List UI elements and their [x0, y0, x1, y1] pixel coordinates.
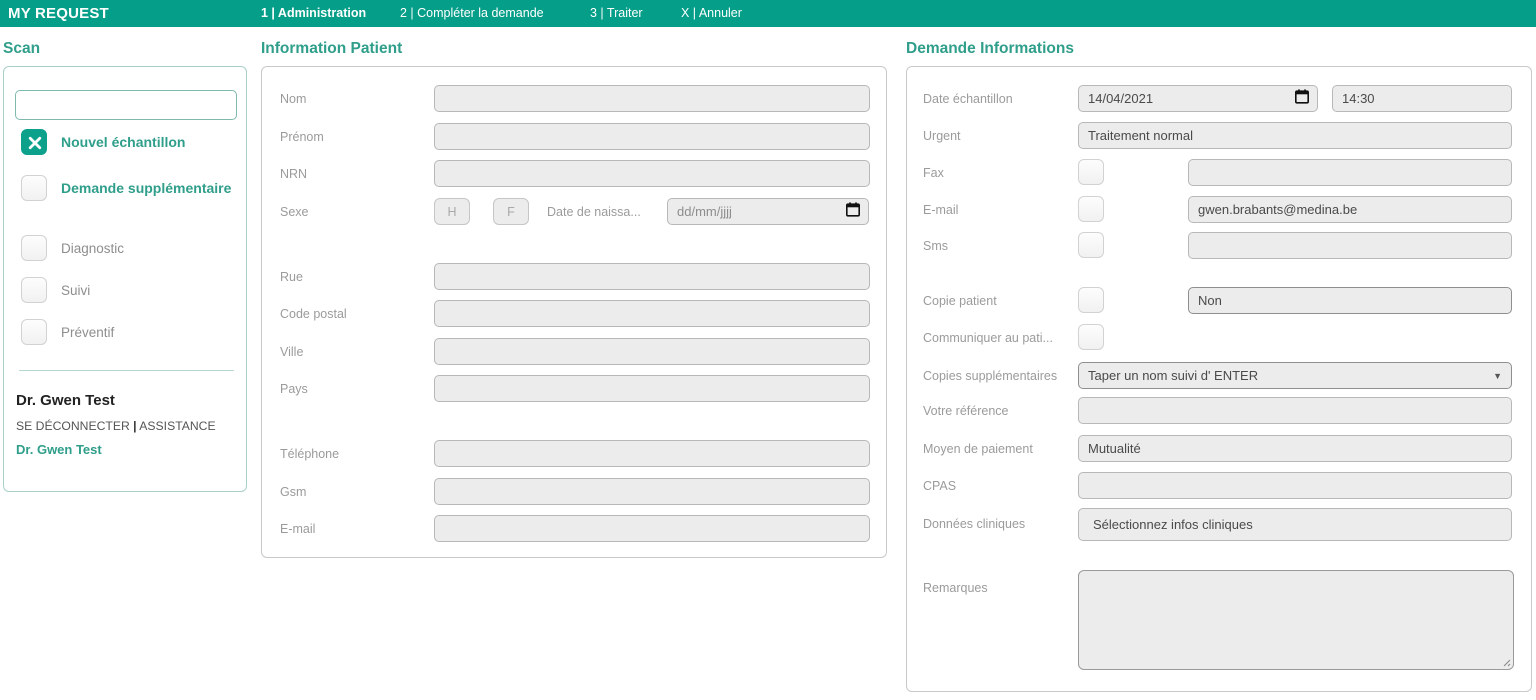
assistance-link[interactable]: ASSISTANCE [139, 419, 215, 433]
scan-option-label: Diagnostic [61, 240, 125, 256]
label-sexe: Sexe [280, 205, 309, 219]
label-nom: Nom [280, 92, 307, 106]
label-email: E-mail [280, 522, 316, 536]
label-rue: Rue [280, 270, 303, 284]
input-cpas[interactable] [1078, 472, 1512, 499]
input-email[interactable] [1188, 196, 1512, 223]
user-links[interactable]: SE DÉCONNECTER | ASSISTANCE [16, 419, 216, 433]
user-name: Dr. Gwen Test [16, 392, 115, 409]
input-sms[interactable] [1188, 232, 1512, 259]
scan-option-suivi[interactable]: Suivi [21, 277, 90, 303]
input-votre-reference[interactable] [1078, 397, 1512, 424]
checkbox-checked-icon[interactable] [21, 129, 47, 155]
input-rue[interactable] [434, 263, 870, 290]
input-code-postal[interactable] [434, 300, 870, 327]
logout-link[interactable]: SE DÉCONNECTER [16, 419, 130, 433]
label-votre-reference: Votre référence [923, 404, 1009, 418]
input-date-naissance[interactable] [667, 198, 869, 225]
label-email: E-mail [923, 203, 959, 217]
label-cpas: CPAS [923, 479, 957, 493]
checkbox-sms[interactable] [1078, 232, 1104, 258]
label-copie-patient: Copie patient [923, 294, 997, 308]
links-separator: | [133, 419, 137, 433]
label-date-echantillon: Date échantillon [923, 92, 1013, 106]
tab-completer-la-demande[interactable]: 2 | Compléter la demande [400, 6, 544, 20]
checkbox-icon[interactable] [21, 277, 47, 303]
scan-option-preventif[interactable]: Préventif [21, 319, 114, 345]
input-heure-echantillon[interactable] [1332, 85, 1512, 112]
textarea-remarques[interactable] [1078, 570, 1514, 670]
tab-administration[interactable]: 1 | Administration [261, 6, 366, 20]
label-prenom: Prénom [280, 130, 324, 144]
input-gsm[interactable] [434, 478, 870, 505]
scan-option-diagnostic[interactable]: Diagnostic [21, 235, 124, 261]
input-ville[interactable] [434, 338, 870, 365]
input-date-echantillon[interactable] [1078, 85, 1318, 112]
tab-traiter[interactable]: 3 | Traiter [590, 6, 643, 20]
demande-section-title: Demande Informations [906, 40, 1074, 57]
label-nrn: NRN [280, 167, 308, 181]
scan-option-demande-supplementaire[interactable]: Demande supplémentaire [21, 175, 231, 201]
patient-information-panel: Nom Prénom NRN Sexe H F Date de naissa..… [261, 66, 887, 558]
checkbox-icon[interactable] [21, 235, 47, 261]
input-copies-supplementaires[interactable] [1078, 362, 1512, 389]
checkbox-email[interactable] [1078, 196, 1104, 222]
input-nom[interactable] [434, 85, 870, 112]
label-urgent: Urgent [923, 129, 961, 143]
input-prenom[interactable] [434, 123, 870, 150]
label-remarques: Remarques [923, 581, 988, 595]
checkbox-icon[interactable] [21, 319, 47, 345]
label-donnees-cliniques: Données cliniques [923, 517, 1026, 531]
input-urgent[interactable] [1078, 122, 1512, 149]
checkbox-fax[interactable] [1078, 159, 1104, 185]
input-email[interactable] [434, 515, 870, 542]
input-moyen-de-paiement[interactable] [1078, 435, 1512, 462]
checkbox-communiquer-au-patient[interactable] [1078, 324, 1104, 350]
label-communiquer-au-patient: Communiquer au pati... [923, 331, 1053, 345]
checkbox-copie-patient[interactable] [1078, 287, 1104, 313]
label-moyen-de-paiement: Moyen de paiement [923, 442, 1033, 456]
sexe-male-button[interactable]: H [434, 198, 470, 225]
label-fax: Fax [923, 166, 944, 180]
scan-option-label: Demande supplémentaire [61, 180, 232, 196]
scan-input[interactable] [15, 90, 237, 120]
input-fax[interactable] [1188, 159, 1512, 186]
input-telephone[interactable] [434, 440, 870, 467]
scan-option-nouvel-echantillon[interactable]: Nouvel échantillon [21, 129, 185, 155]
label-pays: Pays [280, 382, 308, 396]
divider [19, 370, 234, 371]
top-navigation-bar: MY REQUEST 1 | Administration 2 | Complé… [0, 0, 1536, 27]
label-telephone: Téléphone [280, 447, 340, 461]
scan-section-title: Scan [3, 40, 41, 57]
scan-panel: Nouvel échantillon Demande supplémentair… [3, 66, 247, 492]
tab-annuler[interactable]: X | Annuler [681, 6, 742, 20]
demande-information-panel: Date échantillon Urgent Fax E-mail Sms C… [906, 66, 1532, 692]
user-account-link[interactable]: Dr. Gwen Test [16, 442, 102, 457]
scan-option-label: Préventif [61, 324, 115, 340]
scan-option-label: Nouvel échantillon [61, 134, 186, 150]
label-date-naissance: Date de naissa... [547, 205, 641, 219]
checkbox-icon[interactable] [21, 175, 47, 201]
scan-option-label: Suivi [61, 282, 91, 298]
input-donnees-cliniques[interactable] [1078, 508, 1512, 541]
input-nrn[interactable] [434, 160, 870, 187]
input-copie-patient[interactable] [1188, 287, 1512, 314]
label-gsm: Gsm [280, 485, 307, 499]
patient-section-title: Information Patient [261, 40, 403, 57]
label-sms: Sms [923, 239, 948, 253]
input-pays[interactable] [434, 375, 870, 402]
app-brand-title: MY REQUEST [8, 5, 109, 22]
label-ville: Ville [280, 345, 304, 359]
sexe-female-button[interactable]: F [493, 198, 529, 225]
label-copies-supplementaires: Copies supplémentaires [923, 369, 1058, 383]
label-code-postal: Code postal [280, 307, 347, 321]
